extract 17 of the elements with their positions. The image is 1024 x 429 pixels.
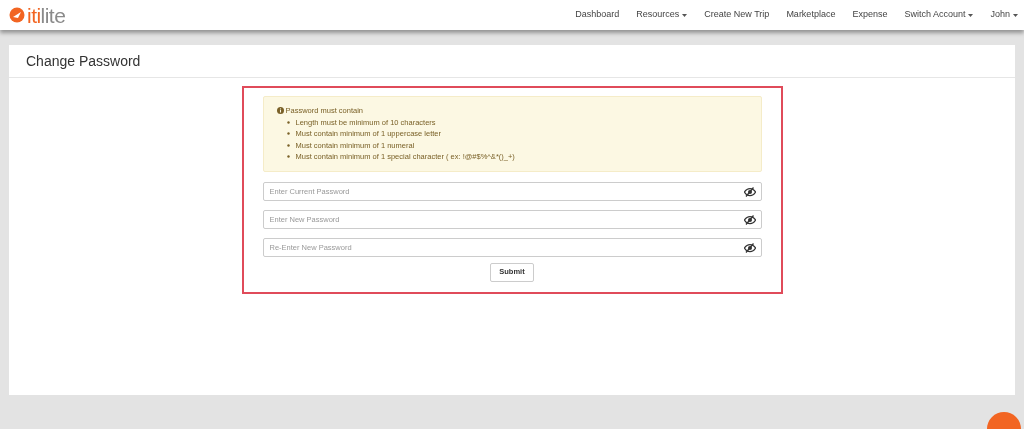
nav-link[interactable]: Resources <box>636 8 680 22</box>
nav-link[interactable]: Expense <box>852 8 888 22</box>
nav-link[interactable]: John <box>990 8 1010 22</box>
bullet-icon <box>286 120 290 124</box>
bullet-icon <box>286 155 290 159</box>
hidden-eye-icon[interactable] <box>743 214 756 225</box>
hidden-eye-icon[interactable] <box>743 242 756 253</box>
info-icon <box>276 107 284 115</box>
logo-icon[interactable] <box>9 7 25 23</box>
nav-link[interactable]: Switch Account <box>904 8 966 22</box>
bullet-icon <box>286 132 290 136</box>
hidden-eye-icon[interactable] <box>743 186 756 197</box>
nav-link[interactable]: Marketplace <box>786 8 836 22</box>
nav-link[interactable]: Create New Trip <box>704 8 770 22</box>
nav-link[interactable]: Dashboard <box>575 8 620 22</box>
bullet-icon <box>286 143 290 147</box>
page-title: Change Password <box>26 51 141 71</box>
